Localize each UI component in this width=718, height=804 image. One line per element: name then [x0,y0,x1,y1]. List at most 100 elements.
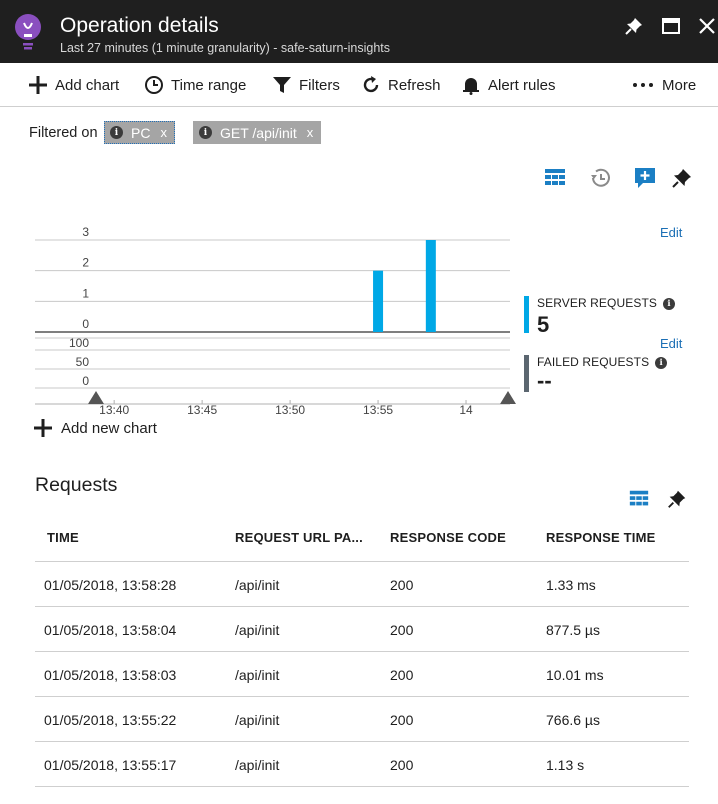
add-comment-icon[interactable] [633,166,657,190]
table-row[interactable]: 01/05/2018, 13:58:03 /api/init 200 10.01… [35,652,689,697]
page-title: Operation details [60,14,219,37]
table-header: TIME REQUEST URL PA... RESPONSE CODE RES… [35,516,689,562]
column-header-response-time[interactable]: RESPONSE TIME [546,530,656,545]
cell-time: 01/05/2018, 13:58:28 [44,577,177,593]
edit-failed-requests-link[interactable]: Edit [660,336,682,351]
filters-button[interactable]: Filters [272,73,340,97]
cell-request-url: /api/init [235,757,280,773]
time-range-button[interactable]: Time range [144,73,246,97]
more-button[interactable]: More [632,73,696,97]
server-requests-legend-swatch [524,296,529,333]
y-tick-label: 0 [82,317,89,331]
time-range-label: Time range [171,76,247,94]
requests-chart: 321010050013:40 13:45 13:50 13:55 14 [35,225,516,417]
pin-icon[interactable] [624,16,644,36]
close-icon[interactable] [697,16,717,36]
ellipsis-icon [633,83,653,87]
failed-requests-legend[interactable]: FAILED REQUESTS i [537,355,668,369]
server-requests-legend[interactable]: SERVER REQUESTS i [537,296,675,310]
legend-label: SERVER REQUESTS [537,296,657,310]
y-tick-label: 2 [82,256,89,270]
x-tick-label: 13:40 [99,403,129,417]
history-icon[interactable] [588,166,612,190]
cell-request-url: /api/init [235,577,280,593]
add-chart-button[interactable]: Add chart [28,73,119,97]
x-tick-label: 13:45 [187,403,217,417]
server-requests-value: 5 [537,312,550,337]
grid-view-icon[interactable] [543,166,567,190]
refresh-icon [363,76,379,93]
info-icon[interactable]: i [655,357,668,369]
grid-view-icon[interactable] [628,488,650,510]
table-row[interactable]: 01/05/2018, 13:55:17 /api/init 200 1.13 … [35,742,689,787]
cell-request-url: /api/init [235,712,280,728]
filter-chip-pc[interactable]: i PC x [104,121,175,144]
info-icon[interactable]: i [662,298,675,310]
add-chart-label: Add chart [55,76,120,94]
cell-response-time: 1.33 ms [546,577,596,593]
requests-table: TIME REQUEST URL PA... RESPONSE CODE RES… [35,516,689,787]
edit-server-requests-link[interactable]: Edit [660,225,682,240]
y-tick-label: 1 [82,286,89,300]
filters-label: Filters [299,76,340,94]
column-header-request-url[interactable]: REQUEST URL PA... [235,530,363,545]
plus-icon [29,76,47,94]
cell-time: 01/05/2018, 13:55:17 [44,757,177,773]
cell-time: 01/05/2018, 13:58:04 [44,622,177,638]
cell-response-time: 877.5 µs [546,622,600,638]
failed-requests-legend-swatch [524,355,529,392]
x-tick-label: 13:55 [363,403,393,417]
command-bar: Add chart Time range Filters Refresh Ale… [0,63,718,107]
y-tick-label: 3 [82,225,89,239]
filter-icon [273,77,291,93]
cell-request-url: /api/init [235,667,280,683]
cell-response-code: 200 [390,577,414,593]
cell-time: 01/05/2018, 13:58:03 [44,667,177,683]
alert-rules-label: Alert rules [488,76,556,94]
cell-response-time: 1.13 s [546,757,585,773]
column-header-response-code[interactable]: RESPONSE CODE [390,530,506,545]
y-tick-label: 50 [76,355,90,369]
range-start-handle[interactable] [88,391,104,404]
maximize-icon[interactable] [661,16,681,36]
cell-response-code: 200 [390,667,414,683]
filter-chip-text: PC [131,124,151,141]
column-header-time[interactable]: TIME [47,530,79,545]
plus-icon [34,419,52,437]
filter-chip-text: GET /api/init [220,124,297,141]
add-new-chart-button[interactable]: Add new chart [33,418,157,438]
bar [425,240,436,332]
remove-filter-button[interactable]: x [160,125,167,140]
bell-icon [463,78,479,95]
refresh-label: Refresh [388,76,441,94]
remove-filter-button[interactable]: x [307,125,314,140]
failed-requests-value: -- [537,368,552,393]
more-label: More [662,76,697,94]
alert-rules-button[interactable]: Alert rules [461,73,556,97]
x-tick-label: 14 [459,403,473,417]
pin-chart-icon[interactable] [670,166,694,190]
cell-request-url: /api/init [235,622,280,638]
cell-time: 01/05/2018, 13:55:22 [44,712,177,728]
info-icon: i [199,126,212,139]
requests-title: Requests [35,474,118,496]
refresh-button[interactable]: Refresh [361,73,441,97]
table-row[interactable]: 01/05/2018, 13:58:04 /api/init 200 877.5… [35,607,689,652]
cell-response-time: 10.01 ms [546,667,604,683]
table-row[interactable]: 01/05/2018, 13:58:28 /api/init 200 1.33 … [35,562,689,607]
y-tick-label: 0 [82,374,89,388]
add-new-chart-label: Add new chart [61,419,157,437]
table-row[interactable]: 01/05/2018, 13:55:22 /api/init 200 766.6… [35,697,689,742]
blade-header: Operation details Last 27 minutes (1 min… [0,0,718,63]
clock-icon [145,76,163,94]
filtered-on-label: Filtered on [29,125,98,141]
cell-response-code: 200 [390,712,414,728]
legend-label: FAILED REQUESTS [537,355,650,369]
lightbulb-icon [14,13,42,53]
range-end-handle[interactable] [500,391,516,404]
filter-chip-api-init[interactable]: i GET /api/init x [193,121,322,144]
cell-response-code: 200 [390,622,414,638]
pin-table-icon[interactable] [666,488,688,510]
info-icon: i [110,126,123,139]
cell-response-code: 200 [390,757,414,773]
